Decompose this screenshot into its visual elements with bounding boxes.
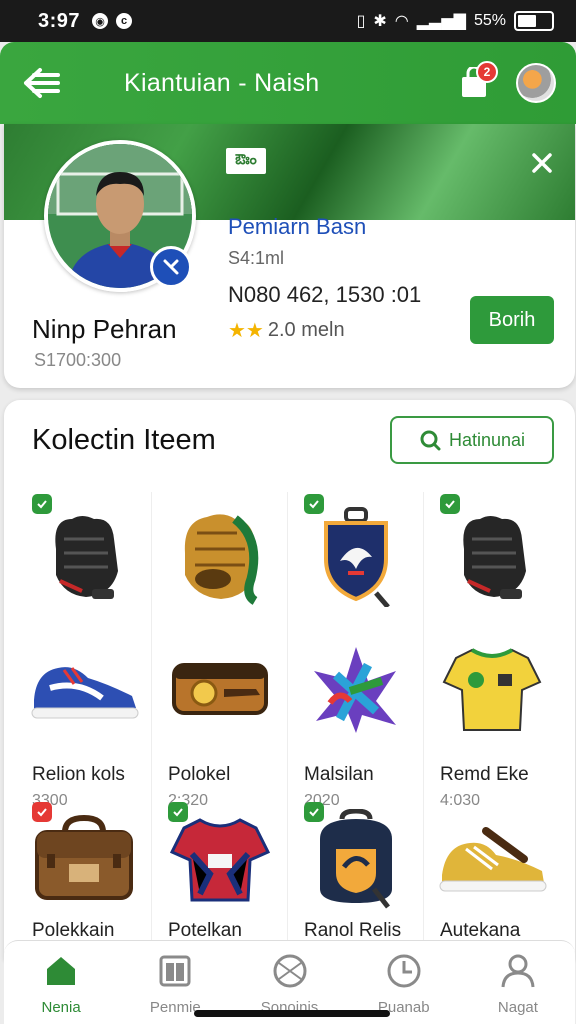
nav-item-4[interactable]: Nagat [461,941,575,1024]
location-icon: ◉ [92,13,109,29]
item-name: Potelkan [168,920,242,941]
item-name: Malsilan [304,764,374,785]
sneaker-blue-icon [16,624,152,754]
arrow-back-icon [24,68,60,98]
collection-item[interactable]: Polekkain [16,802,152,954]
close-button[interactable] [525,146,559,180]
banner-logo: ఔఃం [226,148,266,174]
item-grid: Relion kols 3300 Polokel 2:320 Malsilan 2020 R… [16,492,564,954]
player-meta: S4:1ml [228,248,285,268]
bluetooth-icon: ✱ [373,13,387,30]
owned-check-icon [32,802,52,822]
collection-item[interactable]: Ranol Relis [288,802,424,954]
app-bar: Kiantuian - Naish 2 [0,42,576,124]
cart-button[interactable]: 2 [454,61,498,103]
clock-icon [384,951,424,991]
collection-panel: Kolectin Iteem Hatinunai Relion kols 3300… [4,400,575,960]
owned-check-icon [440,494,460,514]
collection-item[interactable]: Polokel 2:320 [152,624,288,809]
star-icons: ★★ [228,320,264,342]
filter-button[interactable]: Hatinunai [390,416,554,464]
collection-title: Kolectin Iteem [32,424,216,456]
status-bar: 3:97 ◉ c ▯ ✱ ◠ ▂▃▅▇ 55% [0,0,576,42]
home-indicator[interactable] [194,1010,390,1017]
item-row [16,492,564,624]
cart-badge: 2 [476,61,498,83]
player-rating: ★★ 2.0 meln [228,318,345,343]
pencil-case-icon [152,624,288,754]
player-stats: N080 462, 1530 :01 [228,282,422,307]
nav-label: Nenia [41,999,81,1016]
rating-text: 2.0 meln [267,319,345,341]
item-row: Relion kols 3300 Polokel 2:320 Malsilan 2020 R… [16,624,564,809]
sneaker-yellow-icon [424,804,560,914]
collection-item[interactable] [152,492,288,624]
app-title: Kiantuian - Naish [124,68,320,97]
account-avatar[interactable] [516,63,556,103]
store-icon [155,951,195,991]
notification-icon: c [116,13,133,29]
item-row: Polekkain Potelkan Ranol Relis Autekana [16,802,564,954]
item-name: Autekana [440,920,521,941]
item-name: Relion kols [32,764,125,785]
player-subtitle: S1700:300 [34,350,122,370]
collection-item[interactable] [288,492,424,624]
back-button[interactable] [20,61,64,105]
jersey-yellow-icon [424,624,560,754]
wifi-icon: ◠ [394,13,409,30]
owned-check-icon [304,494,324,514]
item-name: Ranol Relis [304,920,402,941]
search-icon [420,430,441,451]
nav-label: Nagat [497,999,538,1016]
item-name: Polokel [168,764,231,785]
verified-badge-icon [150,246,192,288]
status-time: 3:97 [38,9,81,32]
vibrate-icon: ▯ [356,13,366,30]
profile-action-button[interactable]: Borih [470,296,554,344]
glove-brown-icon [152,492,288,622]
item-name: Polekkain [32,920,115,941]
close-icon [532,153,552,173]
user-icon [498,951,538,991]
collection-item[interactable]: Malsilan 2020 [288,624,424,809]
leaf-emblem-icon [288,624,424,754]
owned-check-icon [168,802,188,822]
collection-item[interactable]: Autekana [424,804,560,954]
nav-item-0[interactable]: Nenia [4,941,118,1024]
filter-label: Hatinunai [448,429,526,450]
collection-item[interactable]: Remd Eke 4:030 [424,624,560,809]
battery-icon [514,11,554,31]
collection-item[interactable] [424,492,560,624]
signal-icon: ▂▃▅▇ [416,13,466,30]
collection-item[interactable] [16,492,152,624]
item-name: Remd Eke [440,764,529,785]
owned-check-icon [32,494,52,514]
collection-item[interactable]: Relion kols 3300 [16,624,152,809]
home-icon [41,951,81,991]
player-role: Pemiarn Basn [228,214,367,239]
owned-check-icon [304,802,324,822]
player-name: Ninp Pehran [32,314,177,344]
ball-icon [270,951,310,991]
battery-percent: 55% [473,12,506,29]
player-profile-card: ఔఃం Ninp Pehran S1700:300 Pemiarn Basn S… [4,124,575,388]
collection-item[interactable]: Potelkan [152,802,288,954]
